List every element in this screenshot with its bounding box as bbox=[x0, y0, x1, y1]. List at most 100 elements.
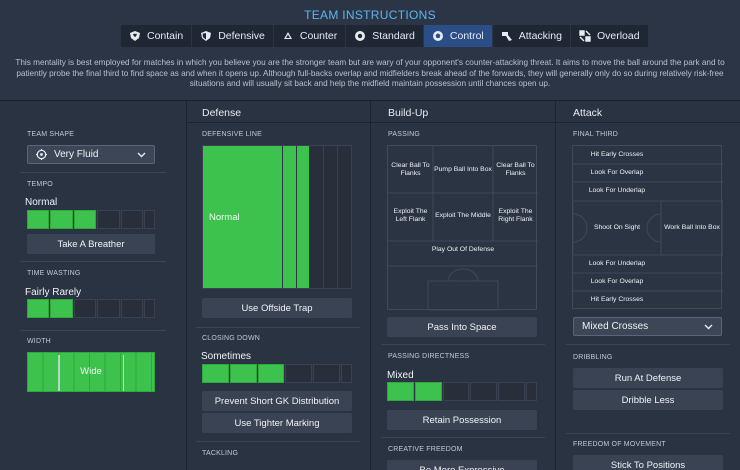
tab-label: Standard bbox=[372, 30, 415, 42]
final-third-cell-overlap-top[interactable]: Look For Overlap bbox=[573, 164, 661, 182]
crossing-dropdown[interactable]: Mixed Crosses bbox=[573, 317, 722, 336]
tab-attacking[interactable]: Attacking bbox=[493, 25, 571, 47]
control-ball-icon bbox=[432, 30, 444, 42]
stick-to-positions-button[interactable]: Stick To Positions bbox=[573, 455, 723, 470]
passing-cell-clear-left[interactable]: Clear Ball To Flanks bbox=[388, 156, 433, 184]
slider-end-segment[interactable] bbox=[525, 382, 537, 401]
passing-cell-exploit-middle[interactable]: Exploit The Middle bbox=[433, 202, 493, 230]
tab-control[interactable]: Control bbox=[423, 25, 493, 47]
slider-segment[interactable] bbox=[498, 382, 525, 401]
final-third-cell-underlap-top[interactable]: Look For Underlap bbox=[573, 182, 661, 201]
column-divider bbox=[555, 101, 556, 470]
time-wasting-value: Fairly Rarely bbox=[25, 287, 82, 298]
slider-segment[interactable] bbox=[387, 382, 414, 401]
slider-segment[interactable] bbox=[285, 364, 313, 383]
passing-pitch[interactable]: Clear Ball To Flanks Pump Ball Into Box … bbox=[387, 145, 538, 311]
divider bbox=[566, 344, 730, 345]
slider-segment[interactable] bbox=[50, 210, 73, 229]
slider-end-segment[interactable] bbox=[143, 299, 155, 318]
slider-end-segment[interactable] bbox=[143, 210, 155, 229]
retain-possession-button[interactable]: Retain Possession bbox=[387, 410, 537, 430]
final-third-label: FINAL THIRD bbox=[573, 131, 618, 138]
slider-segment[interactable] bbox=[73, 210, 97, 229]
column-divider bbox=[186, 101, 187, 470]
final-third-cell-work-ball-into-box[interactable]: Work Ball Into Box bbox=[661, 201, 723, 255]
divider bbox=[187, 122, 370, 123]
chevron-down-icon bbox=[137, 150, 146, 162]
passing-directness-slider[interactable] bbox=[387, 382, 537, 401]
defensive-line-selector[interactable]: Normal bbox=[202, 145, 352, 289]
be-more-expressive-button[interactable]: Be More Expressive bbox=[387, 460, 537, 470]
tab-label: Overload bbox=[596, 30, 640, 42]
run-at-defense-button[interactable]: Run At Defense bbox=[573, 368, 723, 388]
final-third-cell-early-crosses-bottom[interactable]: Hit Early Crosses bbox=[573, 291, 661, 309]
final-third-cell-underlap-bottom[interactable]: Look For Underlap bbox=[573, 255, 661, 273]
closing-down-slider[interactable] bbox=[202, 364, 352, 383]
slider-segment[interactable] bbox=[73, 299, 97, 318]
passing-cell-clear-right[interactable]: Clear Ball To Flanks bbox=[493, 156, 538, 184]
tab-counter[interactable]: Counter bbox=[274, 25, 347, 47]
divider bbox=[196, 441, 360, 442]
slider-segment[interactable] bbox=[414, 382, 442, 401]
use-offside-trap-button[interactable]: Use Offside Trap bbox=[202, 298, 352, 318]
width-pitch-selector[interactable]: Wide bbox=[27, 352, 155, 392]
passing-cell-exploit-right[interactable]: Exploit The Right Flank bbox=[493, 202, 538, 230]
tempo-value: Normal bbox=[25, 197, 58, 208]
slider-segment[interactable] bbox=[202, 364, 229, 383]
slider-segment[interactable] bbox=[27, 299, 50, 318]
defense-heading: Defense bbox=[202, 107, 242, 119]
slider-end-segment[interactable] bbox=[340, 364, 352, 383]
prevent-short-gk-distribution-button[interactable]: Prevent Short GK Distribution bbox=[202, 391, 352, 411]
slider-segment[interactable] bbox=[120, 210, 143, 229]
slider-segment[interactable] bbox=[50, 299, 73, 318]
slider-segment[interactable] bbox=[229, 364, 257, 383]
tab-label: Defensive bbox=[218, 30, 265, 42]
width-label: WIDTH bbox=[27, 338, 51, 345]
divider bbox=[566, 433, 730, 434]
shield-icon bbox=[200, 30, 212, 42]
tab-label: Counter bbox=[299, 30, 338, 42]
crossing-value: Mixed Crosses bbox=[582, 321, 649, 332]
final-third-cell-early-crosses-top[interactable]: Hit Early Crosses bbox=[573, 146, 661, 164]
divider bbox=[371, 122, 555, 123]
dribble-less-button[interactable]: Dribble Less bbox=[573, 390, 723, 410]
slider-segment[interactable] bbox=[313, 364, 340, 383]
final-third-cell-shoot-on-sight[interactable]: Shoot On Sight bbox=[573, 201, 661, 255]
tab-standard[interactable]: Standard bbox=[346, 25, 424, 47]
passing-directness-value: Mixed bbox=[387, 370, 414, 381]
passing-cell-exploit-left[interactable]: Exploit The Left Flank bbox=[388, 202, 433, 230]
tab-contain[interactable]: Contain bbox=[121, 25, 193, 47]
slider-segment[interactable] bbox=[442, 382, 470, 401]
passing-cell-play-out[interactable]: Play Out Of Defense bbox=[388, 243, 538, 257]
time-wasting-slider[interactable] bbox=[27, 299, 155, 318]
width-value: Wide bbox=[80, 366, 102, 377]
take-a-breather-button[interactable]: Take A Breather bbox=[27, 234, 155, 254]
creative-freedom-label: CREATIVE FREEDOM bbox=[388, 446, 463, 453]
slider-segment[interactable] bbox=[27, 210, 50, 229]
slider-segment[interactable] bbox=[97, 210, 120, 229]
tempo-label: TEMPO bbox=[27, 181, 53, 188]
tab-label: Control bbox=[449, 30, 484, 42]
standard-gear-icon bbox=[354, 30, 366, 42]
team-shape-dropdown[interactable]: Very Fluid bbox=[27, 145, 155, 164]
defensive-line-tick bbox=[282, 146, 283, 288]
tab-label: Attacking bbox=[518, 30, 562, 42]
divider bbox=[20, 330, 166, 331]
divider bbox=[20, 172, 166, 173]
use-tighter-marking-button[interactable]: Use Tighter Marking bbox=[202, 413, 352, 433]
team-shape-value: Very Fluid bbox=[54, 149, 99, 160]
slider-segment[interactable] bbox=[470, 382, 498, 401]
defensive-line-label: DEFENSIVE LINE bbox=[202, 131, 262, 138]
pass-into-space-button[interactable]: Pass Into Space bbox=[387, 317, 537, 337]
tab-defensive[interactable]: Defensive bbox=[192, 25, 274, 47]
buildup-heading: Build-Up bbox=[388, 107, 429, 119]
final-third-pitch[interactable]: Hit Early Crosses Look For Overlap Look … bbox=[572, 145, 723, 309]
slider-segment[interactable] bbox=[257, 364, 285, 383]
tempo-slider[interactable] bbox=[27, 210, 155, 229]
slider-segment[interactable] bbox=[120, 299, 143, 318]
target-icon bbox=[36, 149, 47, 160]
final-third-cell-overlap-bottom[interactable]: Look For Overlap bbox=[573, 273, 661, 291]
slider-segment[interactable] bbox=[97, 299, 120, 318]
tab-overload[interactable]: Overload bbox=[571, 25, 648, 47]
passing-cell-pump-ball[interactable]: Pump Ball Into Box bbox=[433, 156, 493, 184]
